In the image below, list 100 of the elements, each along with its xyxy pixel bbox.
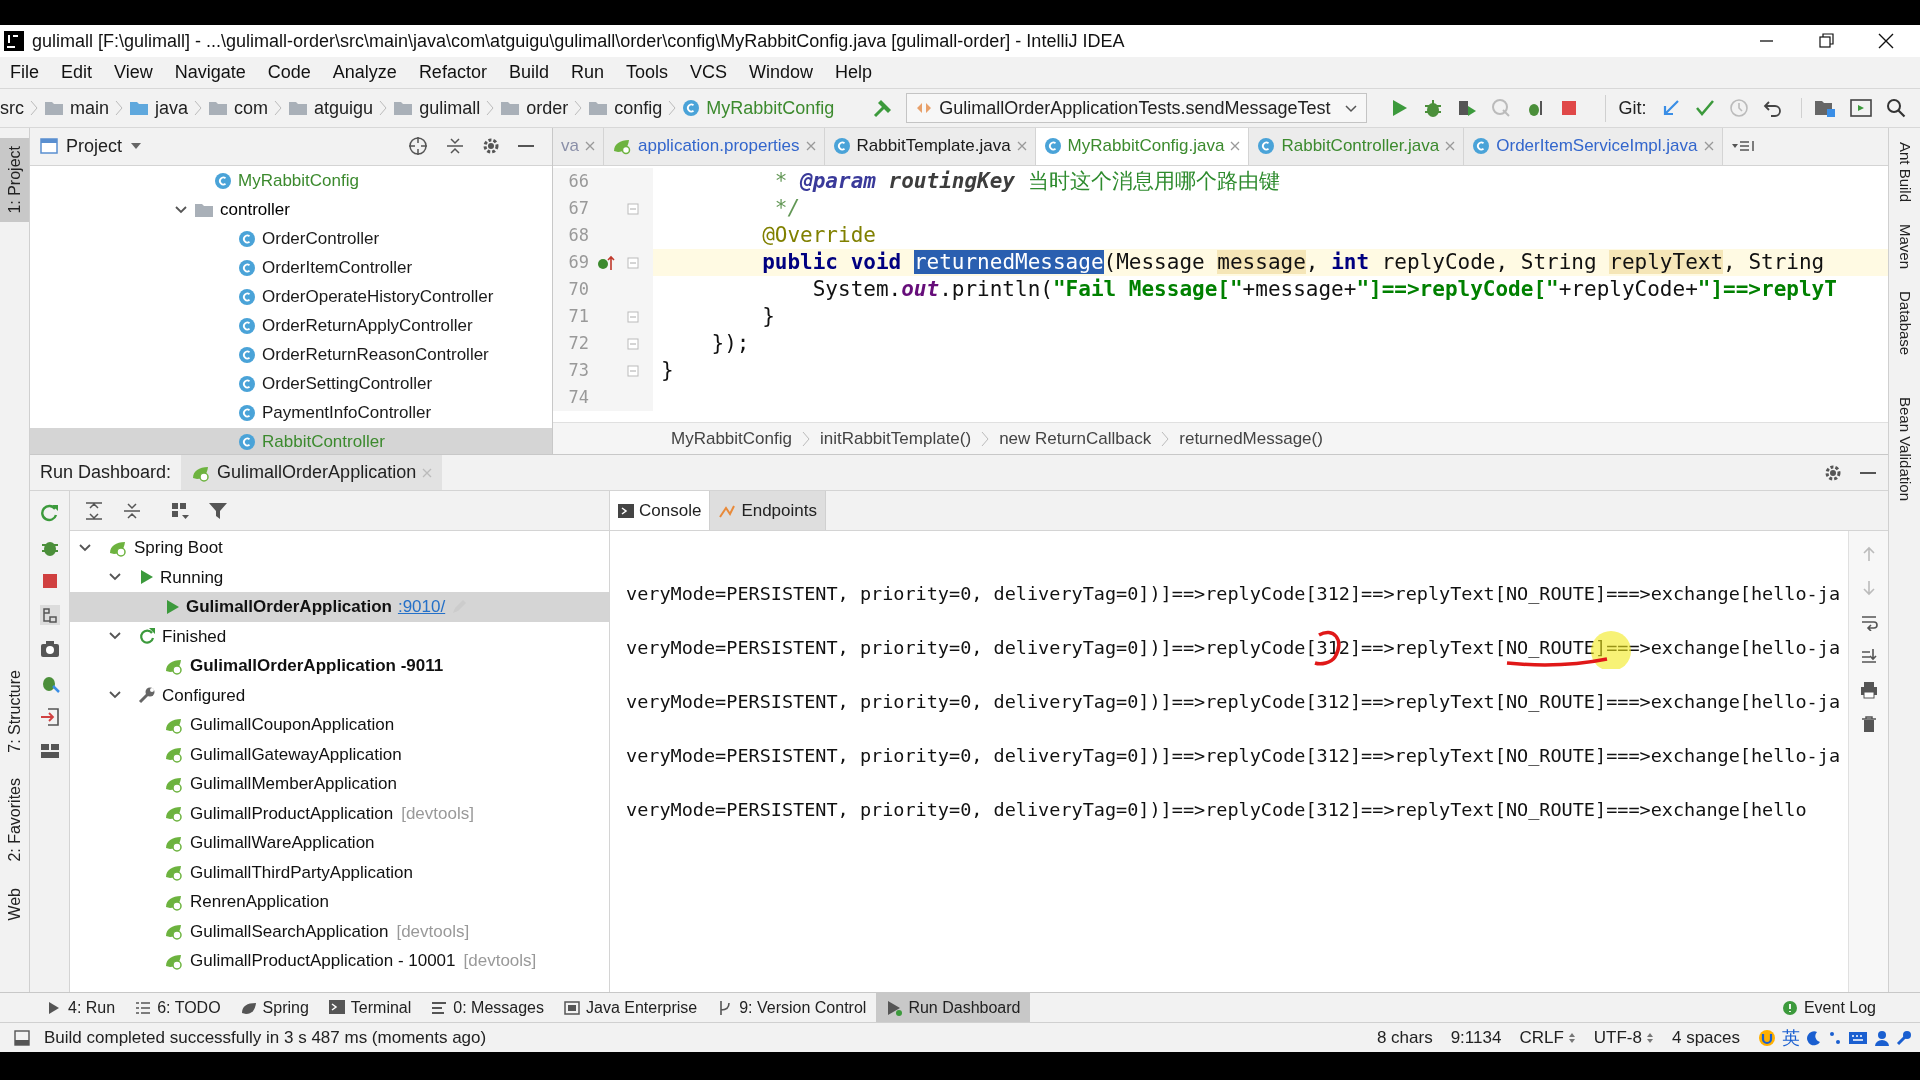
collapse-all-icon[interactable] [446,137,464,156]
fold-marker-icon[interactable] [627,310,639,323]
tree-item[interactable]: Configured [70,680,609,710]
breadcrumb-item[interactable]: main [70,94,109,122]
tool-window-button[interactable]: 7: Structure [0,661,29,761]
panel-toggle-icon[interactable] [14,1029,30,1046]
menu-item[interactable]: Analyze [332,59,397,86]
tree-item[interactable]: OrderOperateHistoryController [30,282,552,312]
breadcrumb-item[interactable]: new ReturnCallback [999,425,1152,452]
tool-window-button[interactable]: Java Enterprise [554,993,708,1022]
tree-item[interactable]: Spring Boot [70,533,609,563]
menu-item[interactable]: Window [749,59,814,86]
breadcrumb-item[interactable]: order [526,94,569,122]
menu-item[interactable]: Run [570,59,604,86]
locate-target-icon[interactable] [408,136,428,157]
coverage-icon[interactable] [1457,98,1478,118]
menu-item[interactable]: Build [508,59,549,86]
breadcrumb-item[interactable]: gulimall [419,94,481,122]
run-tab[interactable]: GulimallOrderApplication [181,455,443,490]
tree-item[interactable]: GulimallSearchApplication [devtools] [70,916,609,946]
menu-item[interactable]: File [10,59,39,86]
tree-item[interactable]: OrderReturnApplyController [30,311,552,341]
menu-item[interactable]: View [114,59,153,86]
fold-marker-icon[interactable] [627,202,639,215]
tool-window-button[interactable]: Event Log [1781,993,1920,1022]
tree-item[interactable]: GulimallThirdPartyApplication [70,857,609,887]
tree-item[interactable]: GulimallWareApplication [70,828,609,858]
scroll-to-end-icon[interactable] [1859,647,1878,665]
menu-item[interactable]: Tools [625,59,668,86]
debug-bug-icon[interactable] [1423,98,1444,118]
login-arrow-icon[interactable] [39,707,60,727]
group-tree-icon[interactable] [39,605,60,625]
run-configuration-dropdown[interactable]: GulimallOrderApplicationTests.sendMessageTest [906,93,1368,123]
editor-tab[interactable]: RabbitTemplate.java [824,128,1036,165]
print-icon[interactable] [1859,681,1878,699]
project-view-dropdown[interactable]: Project [66,132,143,160]
status-item[interactable]: 9:1134 [1450,1024,1502,1051]
tree-item[interactable]: OrderItemController [30,253,552,283]
fold-marker-icon[interactable] [627,364,639,377]
status-item[interactable]: CRLF [1519,1024,1564,1051]
commit-check-icon[interactable] [1694,98,1715,118]
tool-window-button[interactable]: 4: Run [36,993,126,1022]
hide-icon[interactable] [518,144,534,149]
tree-item[interactable]: MyRabbitConfig [30,166,552,196]
menu-item[interactable]: Code [267,59,311,86]
tree-item[interactable]: GulimallMemberApplication [70,769,609,799]
breadcrumb-item[interactable]: returnedMessage() [1179,425,1323,452]
revert-icon[interactable] [1762,98,1783,118]
fold-marker-icon[interactable] [627,337,639,350]
tree-item[interactable]: OrderSettingController [30,369,552,399]
status-item[interactable]: UTF-8 [1593,1024,1642,1051]
input-mode-label[interactable]: 英 [1782,1024,1800,1051]
tree-item[interactable]: Running [70,562,609,592]
breadcrumb-item[interactable]: MyRabbitConfig [671,425,792,452]
tool-window-button[interactable]: Bean Validation [1893,397,1916,502]
console-tab[interactable]: Console [610,491,711,530]
breadcrumb-item[interactable]: com [234,94,269,122]
tree-item[interactable]: OrderReturnReasonController [30,340,552,370]
rerun-icon[interactable] [39,503,60,523]
tree-item[interactable]: GulimallOrderApplication :9010/ [70,592,609,622]
layout-grid-icon[interactable] [39,741,60,761]
tool-window-button[interactable]: 2: Favorites [0,770,29,870]
editor-tab[interactable]: application.properties [603,128,825,165]
tool-window-button[interactable]: 6: TODO [125,993,231,1022]
settings-icon[interactable] [1824,463,1842,482]
breadcrumb-item[interactable]: MyRabbitConfig [706,94,835,122]
tree-item[interactable]: PaymentInfoController [30,398,552,428]
tree-item[interactable]: RenrenApplication [70,887,609,917]
status-item[interactable]: 8 chars [1376,1024,1433,1051]
editor-tab[interactable]: RabbitController.java [1249,128,1465,165]
filter-icon[interactable] [208,500,228,521]
override-marker-icon[interactable] [597,253,615,272]
fold-marker-icon[interactable] [627,256,639,269]
tool-window-button[interactable]: 0: Messages [421,993,554,1022]
search-icon[interactable] [1885,98,1906,118]
tree-item[interactable]: controller [30,195,552,225]
console-tab[interactable]: Endpoints [710,491,826,530]
tool-window-button[interactable]: Ant Build [1893,142,1916,203]
breadcrumb-item[interactable]: config [614,94,663,122]
hide-icon[interactable] [1860,470,1876,475]
tree-item[interactable]: GulimallOrderApplication -9011 [70,651,609,681]
menu-item[interactable]: Refactor [418,59,487,86]
tree-item[interactable]: GulimallGatewayApplication [70,739,609,769]
menu-item[interactable]: Help [835,59,873,86]
menu-item[interactable]: Edit [61,59,93,86]
tool-window-button[interactable]: Maven [1893,224,1916,270]
breadcrumb-item[interactable]: src [0,94,24,122]
breadcrumb-item[interactable]: java [155,94,189,122]
tool-window-button[interactable]: Spring [230,993,319,1022]
group-by-icon[interactable] [170,500,190,521]
tree-item[interactable]: GulimallCouponApplication [70,710,609,740]
editor-tab[interactable]: MyRabbitConfig.java [1035,128,1250,165]
soft-wrap-icon[interactable] [1859,613,1878,631]
breadcrumb-item[interactable]: initRabbitTemplate() [819,425,972,452]
breadcrumb-item[interactable]: atguigu [314,94,374,122]
tree-item[interactable]: OrderController [30,224,552,254]
status-item[interactable]: 4 spaces [1671,1024,1740,1051]
camera-icon[interactable] [39,639,60,659]
tree-item[interactable]: GulimallProductApplication [devtools] [70,798,609,828]
window-icon[interactable] [1849,98,1872,118]
